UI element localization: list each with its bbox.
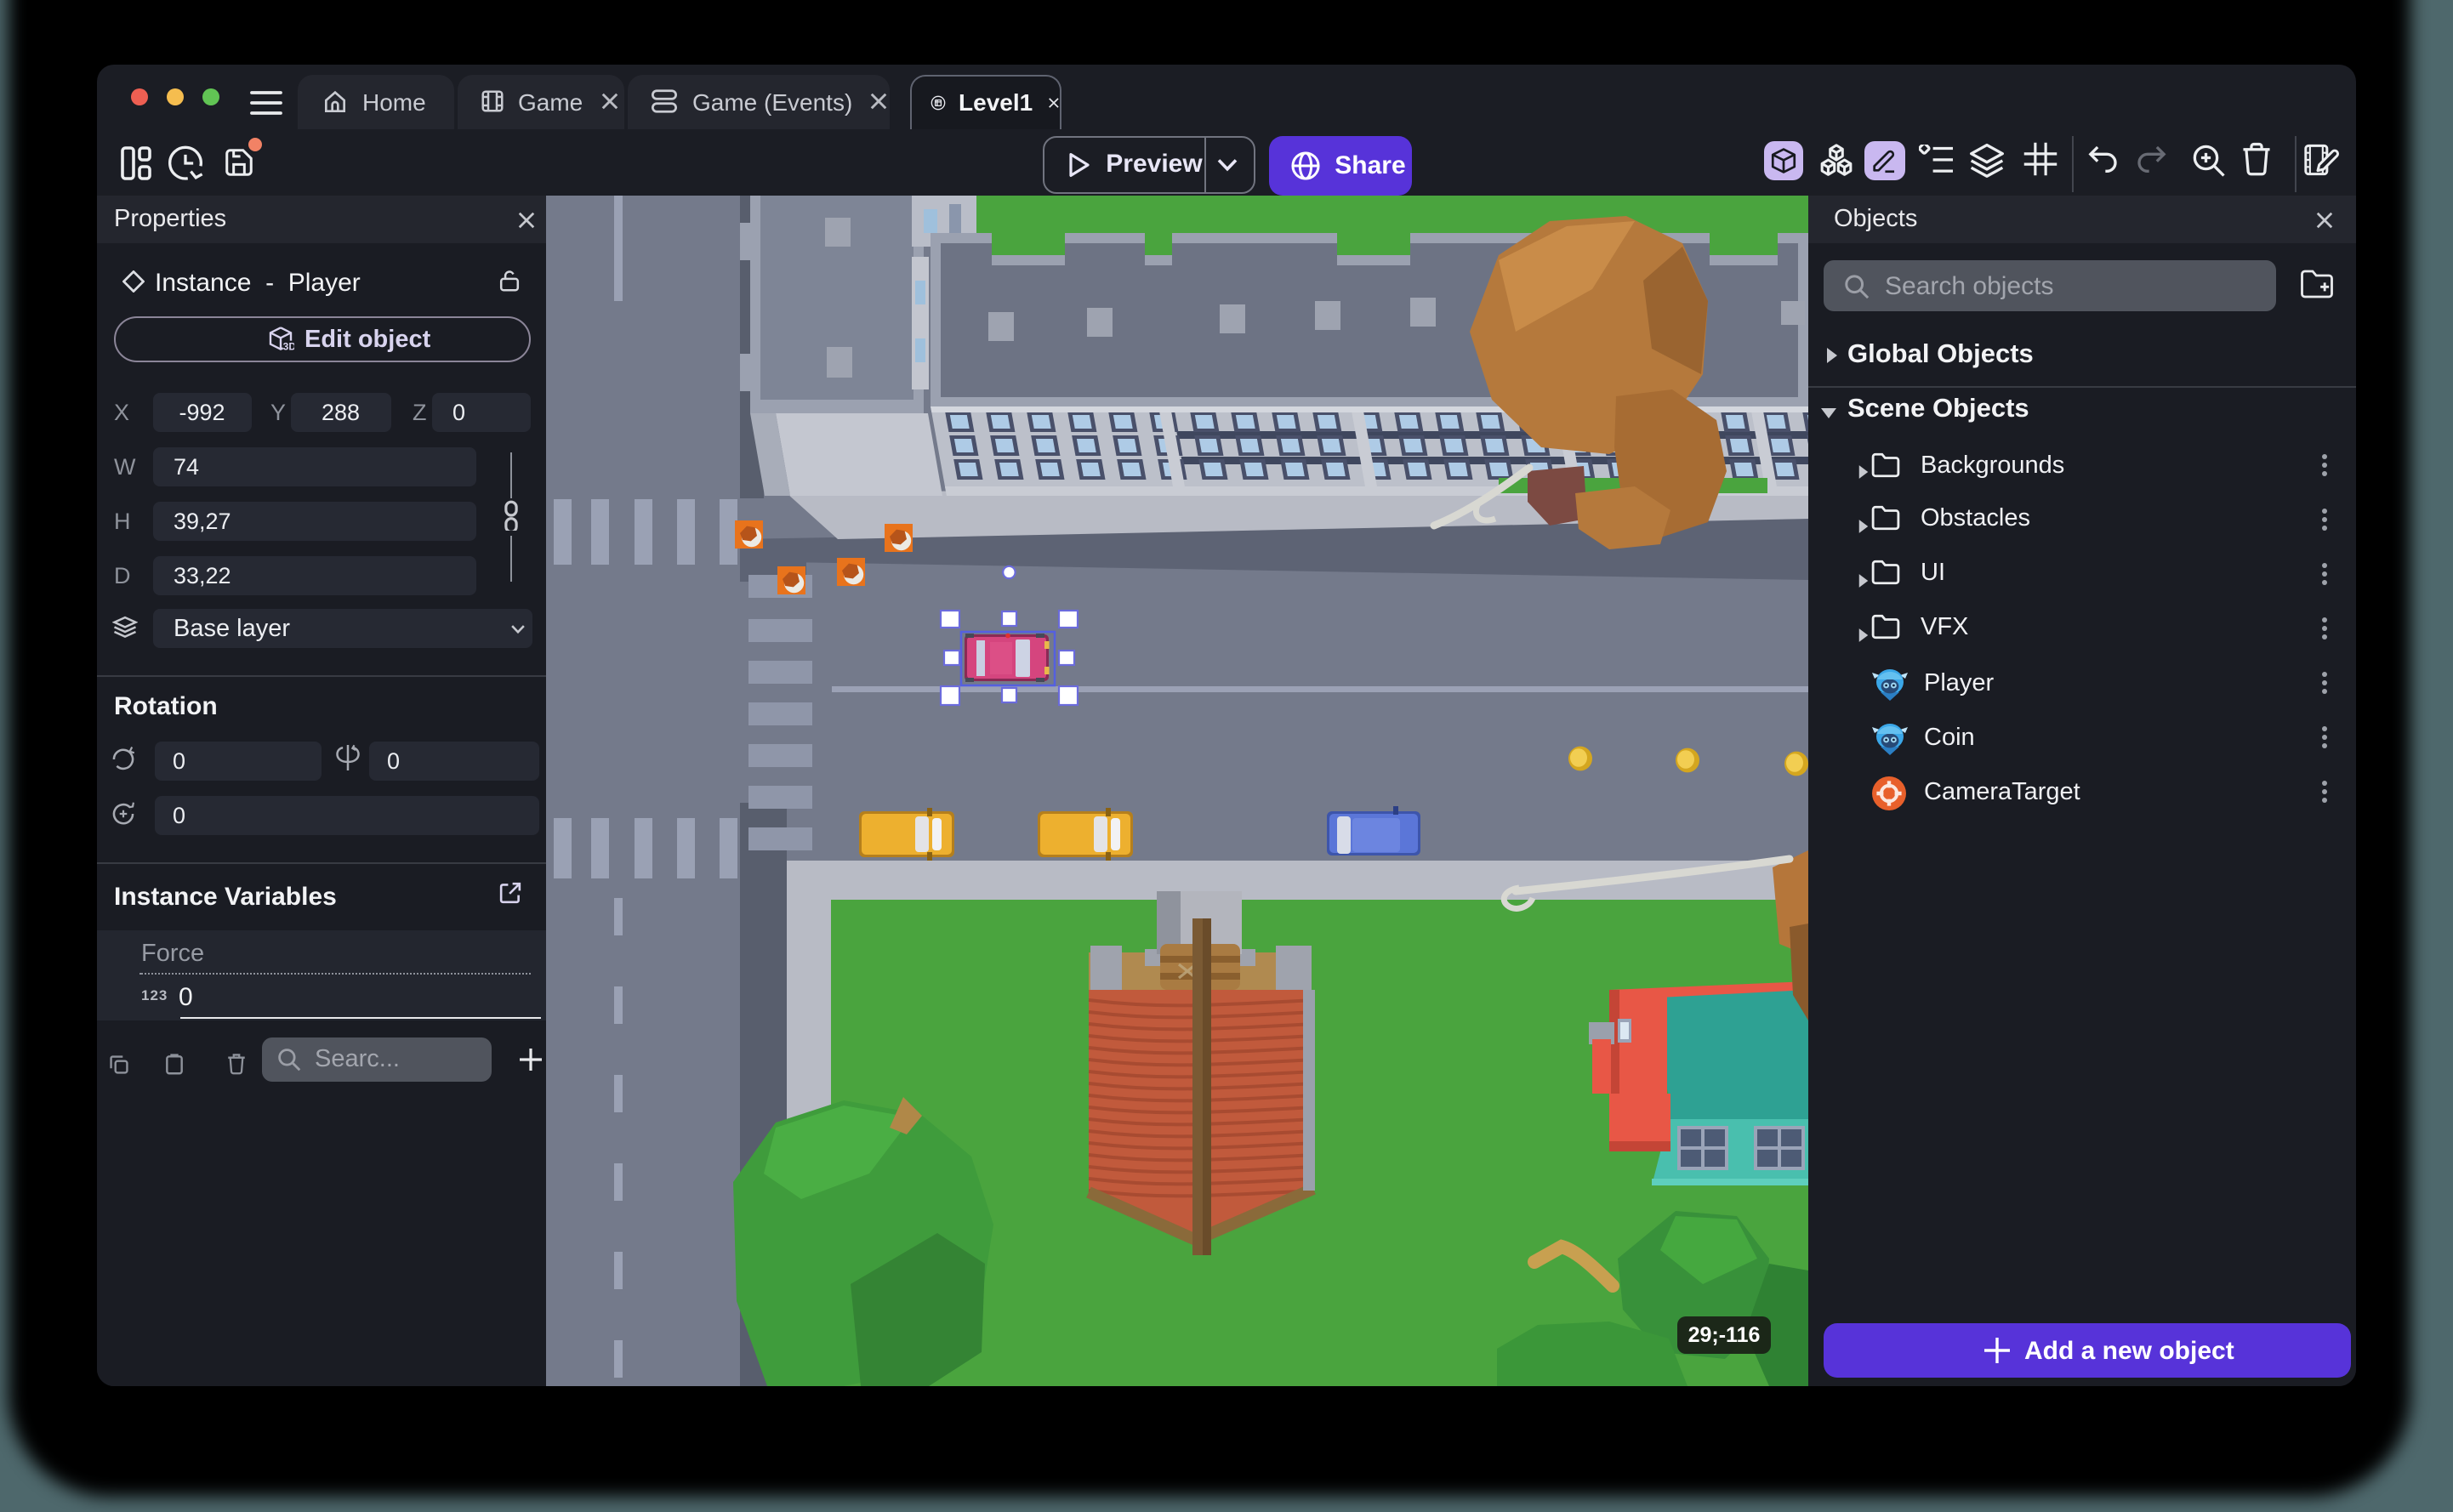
svg-text:29;-116: 29;-116 — [1688, 1323, 1761, 1347]
svg-text:3D: 3D — [283, 340, 294, 352]
